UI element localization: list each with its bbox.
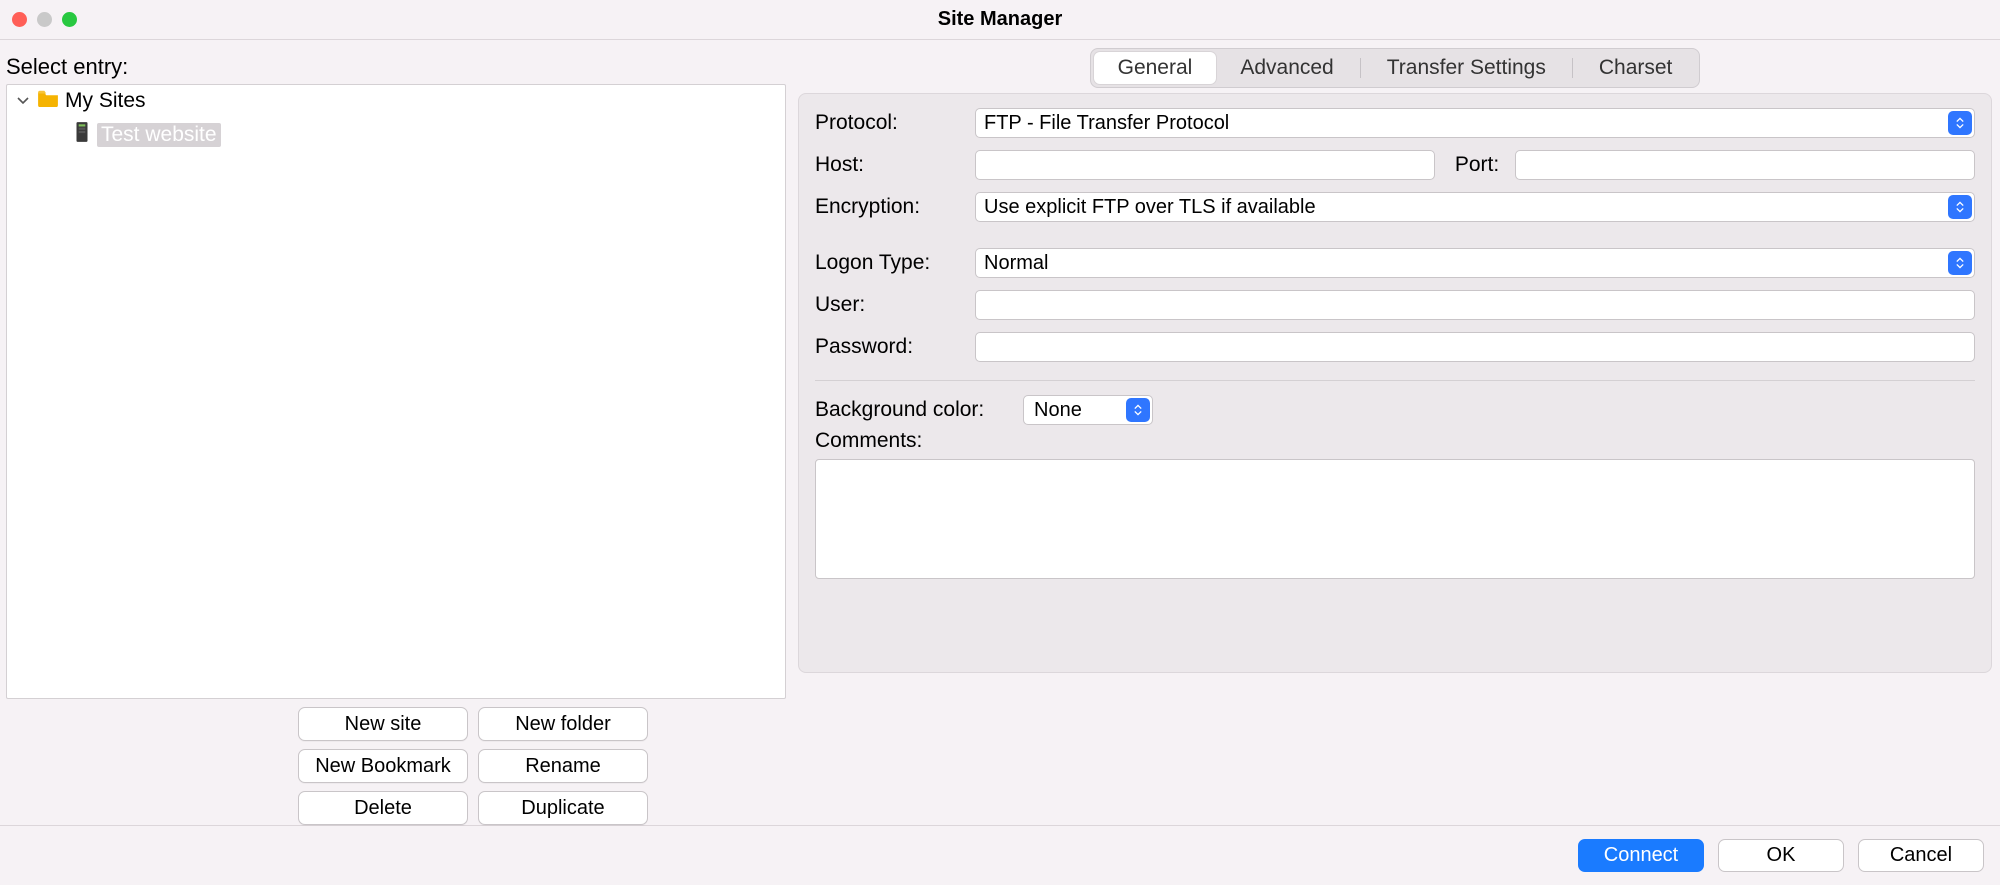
right-pane: General Advanced Transfer Settings Chars… [790,40,2000,825]
tree-site-row[interactable]: Test website [7,117,785,153]
updown-icon [1948,195,1972,219]
encryption-value: Use explicit FTP over TLS if available [984,196,1316,219]
ok-button[interactable]: OK [1718,839,1844,872]
tab-separator [1572,58,1573,78]
left-pane: Select entry: My Sites [0,40,790,825]
tab-transfer[interactable]: Transfer Settings [1363,52,1570,84]
tab-advanced[interactable]: Advanced [1216,52,1357,84]
tab-bar: General Advanced Transfer Settings Chars… [1090,48,1701,88]
updown-icon [1948,111,1972,135]
background-color-value: None [1034,399,1082,422]
tree-folder-label: My Sites [65,89,146,113]
background-color-select[interactable]: None [1023,395,1153,425]
panel-divider [815,380,1975,381]
logon-type-value: Normal [984,252,1048,275]
user-label: User: [815,293,965,317]
duplicate-button[interactable]: Duplicate [478,791,648,825]
tab-general[interactable]: General [1094,52,1217,84]
folder-icon [37,89,59,113]
rename-button[interactable]: Rename [478,749,648,783]
close-window-button[interactable] [12,12,27,27]
dialog-footer: Connect OK Cancel [0,825,2000,885]
site-action-buttons: New site New folder New Bookmark Rename … [216,707,730,825]
background-color-label: Background color: [815,398,1005,422]
password-input[interactable] [975,332,1975,362]
logon-type-select[interactable]: Normal [975,248,1975,278]
new-bookmark-button[interactable]: New Bookmark [298,749,468,783]
host-label: Host: [815,153,965,177]
password-label: Password: [815,335,965,359]
updown-icon [1948,251,1972,275]
tab-charset[interactable]: Charset [1575,52,1697,84]
chevron-down-icon[interactable] [15,93,31,109]
updown-icon [1126,398,1150,422]
protocol-value: FTP - File Transfer Protocol [984,112,1229,135]
general-panel: Protocol: FTP - File Transfer Protocol H… [798,93,1992,673]
comments-label: Comments: [815,429,1967,453]
cancel-button[interactable]: Cancel [1858,839,1984,872]
port-label: Port: [1455,153,1499,177]
tree-folder-row[interactable]: My Sites [7,85,785,117]
window-title: Site Manager [938,8,1062,31]
encryption-label: Encryption: [815,195,965,219]
connect-button[interactable]: Connect [1578,839,1704,872]
protocol-select[interactable]: FTP - File Transfer Protocol [975,108,1975,138]
tab-separator [1360,58,1361,78]
new-folder-button[interactable]: New folder [478,707,648,741]
logon-type-label: Logon Type: [815,251,965,275]
window-traffic-lights [12,12,77,27]
delete-button[interactable]: Delete [298,791,468,825]
port-input[interactable] [1515,150,1975,180]
minimize-window-button[interactable] [37,12,52,27]
protocol-label: Protocol: [815,111,965,135]
host-input[interactable] [975,150,1435,180]
tree-site-label[interactable]: Test website [97,123,221,147]
select-entry-label: Select entry: [6,54,790,80]
titlebar: Site Manager [0,0,2000,40]
server-icon [73,121,91,149]
new-site-button[interactable]: New site [298,707,468,741]
site-tree[interactable]: My Sites Test website [6,84,786,699]
comments-textarea[interactable] [815,459,1975,579]
encryption-select[interactable]: Use explicit FTP over TLS if available [975,192,1975,222]
user-input[interactable] [975,290,1975,320]
zoom-window-button[interactable] [62,12,77,27]
